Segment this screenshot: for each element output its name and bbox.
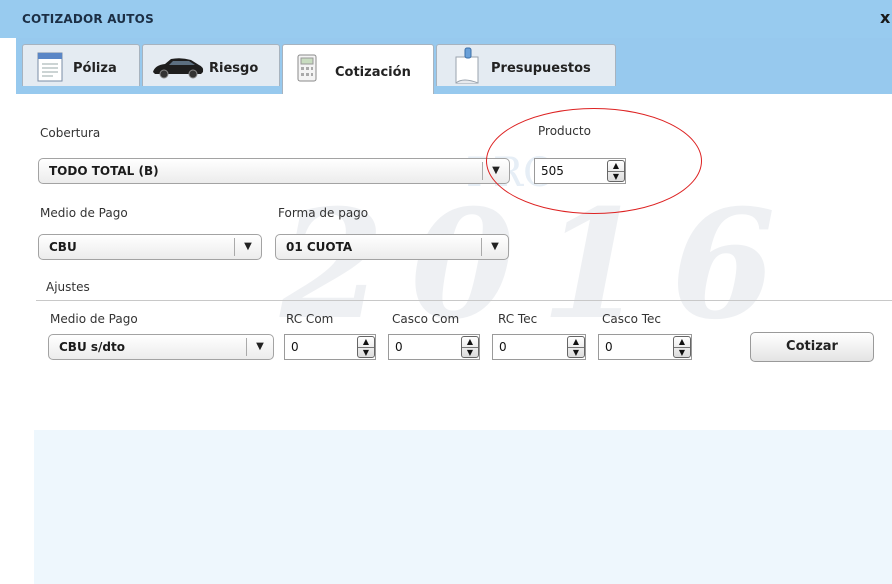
casco-com-value: 0 <box>395 340 403 354</box>
rc-com-value: 0 <box>291 340 299 354</box>
rc-tec-label: RC Tec <box>498 312 538 326</box>
cotizar-button[interactable]: Cotizar <box>750 332 874 362</box>
arrow-down-icon[interactable]: ▼ <box>358 347 374 358</box>
producto-stepper[interactable]: 505 ▲ ▼ <box>534 158 626 184</box>
tab-cotizacion[interactable]: Cotización <box>282 44 434 94</box>
arrow-up-icon[interactable]: ▲ <box>568 337 584 347</box>
rc-tec-stepper-buttons[interactable]: ▲ ▼ <box>567 336 585 358</box>
tab-presupuestos[interactable]: Presupuestos <box>436 44 616 86</box>
tab-cotizacion-label: Cotización <box>335 65 411 80</box>
casco-com-stepper[interactable]: 0 ▲ ▼ <box>388 334 480 360</box>
close-icon[interactable]: x <box>880 8 890 27</box>
cobertura-select[interactable]: TODO TOTAL (B) ▼ <box>38 158 510 184</box>
tab-bar: Póliza Riesgo Cotización Presupuestos <box>16 38 892 94</box>
ajustes-label: Ajustes <box>46 280 90 294</box>
arrow-up-icon[interactable]: ▲ <box>608 161 624 171</box>
medio-pago-select[interactable]: CBU ▼ <box>38 234 262 260</box>
casco-com-label: Casco Com <box>392 312 460 326</box>
rc-com-stepper-buttons[interactable]: ▲ ▼ <box>357 336 375 358</box>
arrow-down-icon[interactable]: ▼ <box>462 347 478 358</box>
tab-poliza-label: Póliza <box>73 61 117 76</box>
arrow-up-icon[interactable]: ▲ <box>462 337 478 347</box>
ajustes-divider <box>36 300 892 301</box>
rc-tec-value: 0 <box>499 340 507 354</box>
cobertura-label: Cobertura <box>40 126 101 140</box>
arrow-up-icon[interactable]: ▲ <box>674 337 690 347</box>
window-titlebar: COTIZADOR AUTOS x <box>0 0 892 38</box>
ajustes-medio-pago-value: CBU s/dto <box>59 340 125 354</box>
forma-pago-value: 01 CUOTA <box>286 240 353 254</box>
forma-pago-select[interactable]: 01 CUOTA ▼ <box>275 234 509 260</box>
producto-label: Producto <box>538 124 591 138</box>
medio-pago-value: CBU <box>49 240 77 254</box>
cotizacion-panel: PRO 2016 Cobertura TODO TOTAL (B) ▼ Prod… <box>16 94 892 584</box>
casco-tec-value: 0 <box>605 340 613 354</box>
rc-tec-stepper[interactable]: 0 ▲ ▼ <box>492 334 586 360</box>
casco-tec-label: Casco Tec <box>602 312 662 326</box>
arrow-down-icon[interactable]: ▼ <box>568 347 584 358</box>
producto-value: 505 <box>541 164 564 178</box>
calculator-icon <box>297 54 317 82</box>
tab-riesgo[interactable]: Riesgo <box>142 44 280 86</box>
tab-presupuestos-label: Presupuestos <box>491 61 591 76</box>
chevron-down-icon: ▼ <box>246 338 273 356</box>
medio-pago-label: Medio de Pago <box>40 206 128 220</box>
cotizador-dialog: Póliza Riesgo Cotización Presupuestos PR… <box>16 38 892 584</box>
ajustes-medio-pago-label: Medio de Pago <box>50 312 138 326</box>
casco-tec-stepper[interactable]: 0 ▲ ▼ <box>598 334 692 360</box>
producto-stepper-buttons[interactable]: ▲ ▼ <box>607 160 625 182</box>
results-panel <box>34 430 892 584</box>
clipboard-icon <box>455 47 479 84</box>
casco-com-stepper-buttons[interactable]: ▲ ▼ <box>461 336 479 358</box>
car-icon <box>153 58 204 79</box>
chevron-down-icon: ▼ <box>482 162 509 180</box>
forma-pago-label: Forma de pago <box>278 206 369 220</box>
cobertura-value: TODO TOTAL (B) <box>49 164 159 178</box>
document-icon <box>37 52 63 82</box>
arrow-up-icon[interactable]: ▲ <box>358 337 374 347</box>
casco-tec-stepper-buttons[interactable]: ▲ ▼ <box>673 336 691 358</box>
ajustes-medio-pago-select[interactable]: CBU s/dto ▼ <box>48 334 274 360</box>
arrow-down-icon[interactable]: ▼ <box>608 171 624 182</box>
chevron-down-icon: ▼ <box>234 238 261 256</box>
tab-riesgo-label: Riesgo <box>209 61 259 76</box>
rc-com-stepper[interactable]: 0 ▲ ▼ <box>284 334 376 360</box>
rc-com-label: RC Com <box>286 312 334 326</box>
chevron-down-icon: ▼ <box>481 238 508 256</box>
arrow-down-icon[interactable]: ▼ <box>674 347 690 358</box>
tab-poliza[interactable]: Póliza <box>22 44 140 86</box>
window-title: COTIZADOR AUTOS <box>22 12 154 26</box>
